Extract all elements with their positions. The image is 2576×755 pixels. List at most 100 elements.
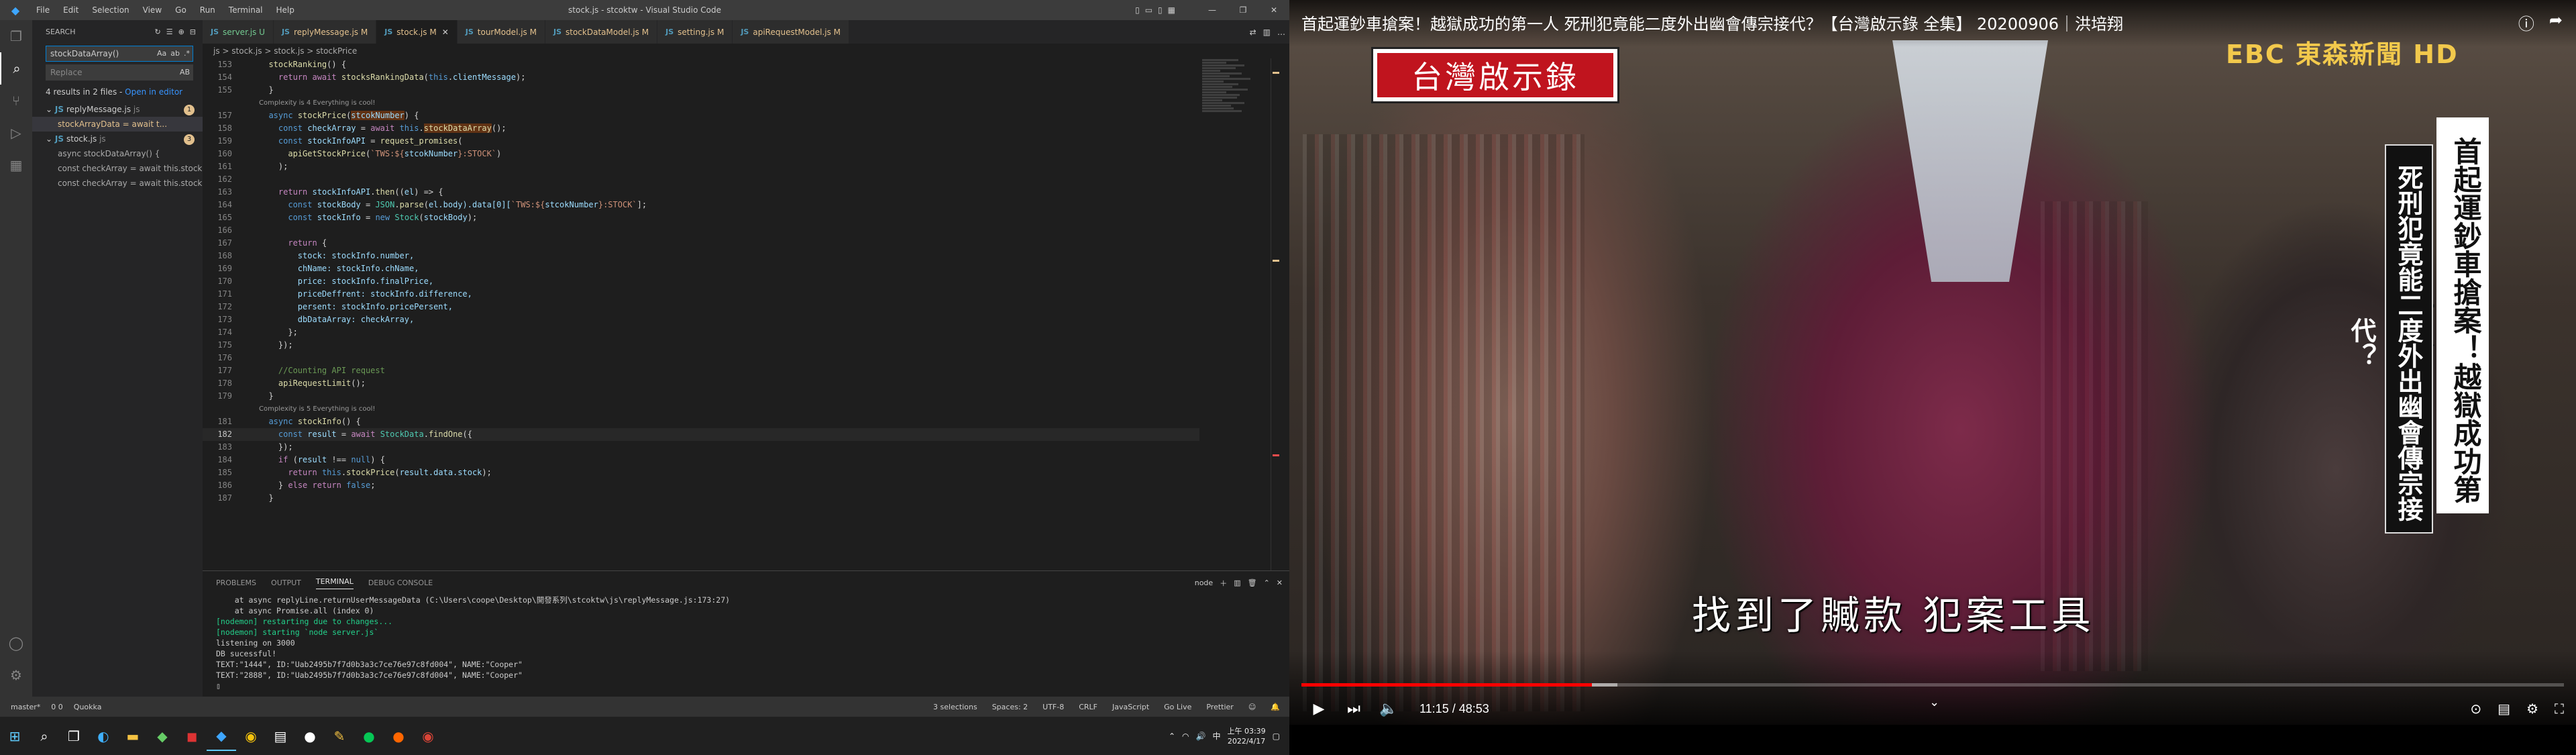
kill-terminal-icon[interactable]: 🗑 bbox=[1248, 578, 1257, 587]
clear-results-icon[interactable]: ☰ bbox=[166, 28, 173, 36]
autoplay-toggle[interactable]: ⊙ bbox=[2470, 701, 2481, 717]
vscode-taskbar-icon[interactable]: ◆ bbox=[207, 721, 236, 751]
tab-terminal[interactable]: TERMINAL bbox=[315, 577, 354, 589]
notifications-icon[interactable]: 🔔 bbox=[1271, 703, 1280, 711]
search-input[interactable]: stockDataArray() Aa ab .* bbox=[46, 46, 193, 62]
indentation[interactable]: Spaces: 2 bbox=[992, 703, 1028, 711]
minimize-icon[interactable]: — bbox=[1197, 0, 1228, 20]
new-search-editor-icon[interactable]: ⊕ bbox=[178, 28, 184, 36]
codelens-complexity[interactable]: Complexity is 5 Everything is cool! bbox=[203, 403, 1199, 415]
chrome-icon[interactable]: ◉ bbox=[413, 721, 443, 751]
menu-view[interactable]: View bbox=[138, 0, 167, 20]
whole-word-icon[interactable]: ab bbox=[170, 46, 180, 61]
search-icon[interactable]: ⌕ bbox=[0, 52, 32, 85]
toggle-secondary-sidebar-icon[interactable]: ▯ bbox=[1158, 0, 1163, 20]
selection-count[interactable]: 3 selections bbox=[933, 703, 977, 711]
menu-run[interactable]: Run bbox=[195, 0, 221, 20]
maximize-panel-icon[interactable]: ⌃ bbox=[1264, 578, 1270, 587]
close-panel-icon[interactable]: ✕ bbox=[1277, 578, 1283, 587]
language-indicator-icon[interactable]: 中 bbox=[1212, 730, 1220, 742]
terminal-output[interactable]: at async replyLine.returnUserMessageData… bbox=[203, 595, 1289, 691]
tab-server-js[interactable]: JS server.js U bbox=[203, 20, 274, 44]
app-icon[interactable]: ● bbox=[384, 721, 413, 751]
menu-go[interactable]: Go bbox=[170, 0, 192, 20]
app-icon[interactable]: ✎ bbox=[325, 721, 354, 751]
show-hidden-icons[interactable]: ⌃ bbox=[1169, 732, 1175, 741]
search-result-match[interactable]: async stockDataArray() { bbox=[32, 146, 203, 161]
replace-input[interactable]: Replace AB bbox=[46, 64, 193, 81]
codelens-complexity[interactable]: Complexity is 4 Everything is cool! bbox=[203, 97, 1199, 109]
app-icon[interactable]: ● bbox=[295, 721, 325, 751]
task-view-icon[interactable]: ❐ bbox=[59, 721, 89, 751]
line-ending[interactable]: CRLF bbox=[1079, 703, 1097, 711]
collapse-all-icon[interactable]: ⊟ bbox=[190, 28, 196, 36]
split-terminal-icon[interactable]: ▥ bbox=[1234, 578, 1240, 587]
extensions-icon[interactable]: ▦ bbox=[0, 149, 32, 181]
clock[interactable]: 上午 03:39 2022/4/17 bbox=[1227, 726, 1265, 746]
search-icon[interactable]: ⌕ bbox=[30, 721, 59, 751]
tab-debug-console[interactable]: DEBUG CONSOLE bbox=[368, 578, 433, 587]
file-explorer-icon[interactable]: ▬ bbox=[118, 721, 148, 751]
network-icon[interactable]: ◠ bbox=[1182, 732, 1189, 741]
prettier-status[interactable]: Prettier bbox=[1206, 703, 1233, 711]
next-icon[interactable]: ⏭ bbox=[1336, 701, 1371, 717]
problems-count[interactable]: 0 0 bbox=[51, 703, 63, 711]
info-icon[interactable]: ⓘ bbox=[2518, 11, 2534, 34]
menu-edit[interactable]: Edit bbox=[58, 0, 84, 20]
search-result-file[interactable]: ⌄ JS replyMessage.js js 1 bbox=[32, 102, 203, 117]
menu-file[interactable]: File bbox=[31, 0, 55, 20]
account-icon[interactable]: ◯ bbox=[0, 627, 32, 659]
feedback-icon[interactable]: ☺ bbox=[1248, 703, 1256, 711]
new-terminal-icon[interactable]: ＋ bbox=[1220, 578, 1227, 589]
tab-problems[interactable]: PROBLEMS bbox=[216, 578, 256, 587]
split-editor-icon[interactable]: ▥ bbox=[1263, 28, 1271, 37]
breadcrumb[interactable]: js > stock.js > stock.js > stockPrice bbox=[203, 44, 1289, 58]
quokka-status[interactable]: Quokka bbox=[74, 703, 102, 711]
minimap[interactable] bbox=[1202, 58, 1263, 407]
toggle-panel-icon[interactable]: ▭ bbox=[1145, 0, 1152, 20]
open-in-editor-link[interactable]: Open in editor bbox=[125, 87, 182, 97]
regex-icon[interactable]: .* bbox=[184, 46, 190, 61]
match-case-icon[interactable]: Aa bbox=[157, 46, 166, 61]
volume-icon[interactable]: 🔊 bbox=[1195, 732, 1205, 741]
menu-selection[interactable]: Selection bbox=[87, 0, 134, 20]
tab-tourmodel-js[interactable]: JS tourModel.js M bbox=[457, 20, 545, 44]
code-editor[interactable]: 153 stockRanking() { 154 return await st… bbox=[203, 58, 1199, 570]
close-tab-icon[interactable]: ✕ bbox=[442, 28, 449, 37]
notifications-icon[interactable]: ▢ bbox=[1273, 732, 1280, 741]
customize-layout-icon[interactable]: ▦ bbox=[1168, 0, 1175, 20]
line-app-icon[interactable]: ● bbox=[354, 721, 384, 751]
restore-icon[interactable]: ❐ bbox=[1228, 0, 1258, 20]
windows-start-icon[interactable]: ⊞ bbox=[0, 721, 30, 751]
toggle-sidebar-icon[interactable]: ▯ bbox=[1135, 0, 1140, 20]
compare-icon[interactable]: ⇄ bbox=[1250, 28, 1256, 37]
search-result-match[interactable]: const checkArray = await this.stock... bbox=[32, 161, 203, 176]
progress-bar[interactable] bbox=[1301, 683, 2564, 687]
play-icon[interactable]: ▶ bbox=[1301, 701, 1336, 717]
volume-icon[interactable]: 🔈 bbox=[1371, 701, 1406, 717]
app-icon[interactable]: ▤ bbox=[266, 721, 295, 751]
explorer-icon[interactable]: ❐ bbox=[0, 20, 32, 52]
chrome-icon[interactable]: ◉ bbox=[236, 721, 266, 751]
search-result-file[interactable]: ⌄ JS stock.js js 3 bbox=[32, 132, 203, 146]
language-mode[interactable]: JavaScript bbox=[1112, 703, 1149, 711]
source-control-icon[interactable]: ⑂ bbox=[0, 85, 32, 117]
tab-output[interactable]: OUTPUT bbox=[271, 578, 301, 587]
app-icon[interactable]: ◆ bbox=[148, 721, 177, 751]
fullscreen-icon[interactable]: ⛶ bbox=[2555, 701, 2564, 717]
close-icon[interactable]: ✕ bbox=[1258, 0, 1289, 20]
editor-scrollbar[interactable] bbox=[1271, 58, 1280, 570]
settings-gear-icon[interactable]: ⚙ bbox=[0, 659, 32, 691]
menu-terminal[interactable]: Terminal bbox=[223, 0, 268, 20]
tab-apirequestmodel-js[interactable]: JS apiRequestModel.js M bbox=[733, 20, 850, 44]
refresh-icon[interactable]: ↻ bbox=[154, 28, 160, 36]
video-title[interactable]: 首起運鈔車搶案！越獄成功的第一人 死刑犯竟能二度外出幽會傳宗接代？【台灣啟示錄 … bbox=[1301, 11, 2123, 34]
run-debug-icon[interactable]: ▷ bbox=[0, 117, 32, 149]
share-icon[interactable]: ➦ bbox=[2549, 11, 2563, 34]
more-actions-icon[interactable]: … bbox=[1277, 28, 1285, 37]
search-result-match[interactable]: stockArrayData = await t... bbox=[32, 117, 203, 132]
subtitles-icon[interactable]: ▤ bbox=[2498, 701, 2510, 717]
search-result-match[interactable]: const checkArray = await this.stock... bbox=[32, 176, 203, 191]
git-branch[interactable]: master* bbox=[11, 703, 40, 711]
preserve-case-icon[interactable]: AB bbox=[180, 65, 190, 80]
